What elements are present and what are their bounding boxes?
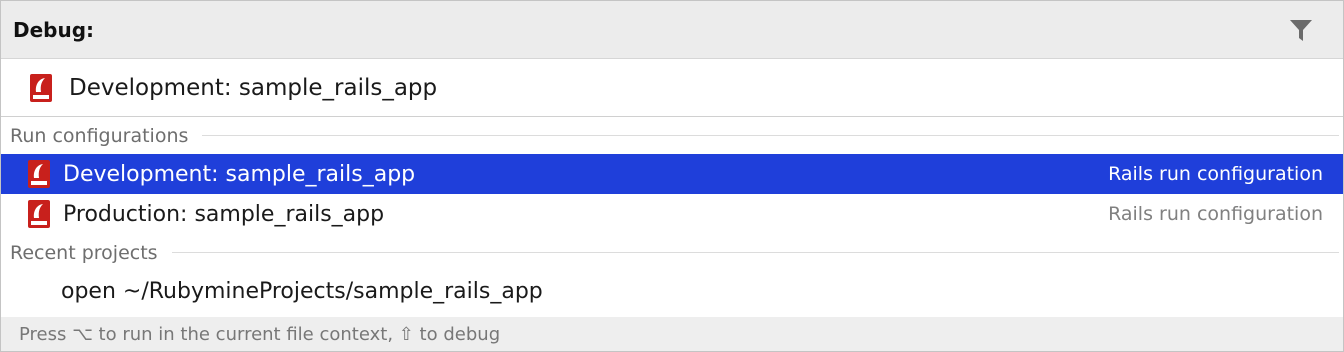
run-config-type: Rails run configuration — [1108, 203, 1323, 225]
section-recent-projects: Recent projects — [1, 234, 1343, 271]
recent-project-label: open ~/RubymineProjects/sample_rails_app — [61, 278, 543, 304]
run-anything-popup: Debug: Run configurations Development: s… — [0, 0, 1344, 352]
run-config-item-production[interactable]: Production: sample_rails_app Rails run c… — [1, 194, 1343, 234]
section-run-configurations: Run configurations — [1, 117, 1343, 154]
section-label-recent-projects: Recent projects — [10, 241, 158, 264]
run-config-type: Rails run configuration — [1108, 163, 1323, 185]
filter-icon — [1290, 19, 1312, 41]
recent-project-item[interactable]: open ~/RubymineProjects/sample_rails_app — [1, 271, 1343, 311]
run-config-label: Development: sample_rails_app — [63, 161, 416, 187]
run-config-label: Production: sample_rails_app — [63, 201, 385, 227]
rails-icon — [30, 73, 52, 102]
footer-hint-bar: Press ⌥ to run in the current file conte… — [1, 317, 1343, 351]
section-label-run-configurations: Run configurations — [10, 124, 189, 147]
section-divider — [171, 252, 1339, 253]
rails-icon — [28, 160, 50, 188]
rails-icon — [28, 200, 50, 228]
popup-title: Debug: — [13, 17, 95, 42]
footer-hint: Press ⌥ to run in the current file conte… — [19, 323, 501, 345]
filter-button[interactable] — [1281, 10, 1321, 50]
section-divider — [202, 135, 1339, 136]
search-input[interactable] — [69, 74, 1269, 101]
popup-header: Debug: — [1, 1, 1343, 59]
run-config-item-development[interactable]: Development: sample_rails_app Rails run … — [1, 154, 1343, 194]
search-row — [1, 59, 1343, 117]
